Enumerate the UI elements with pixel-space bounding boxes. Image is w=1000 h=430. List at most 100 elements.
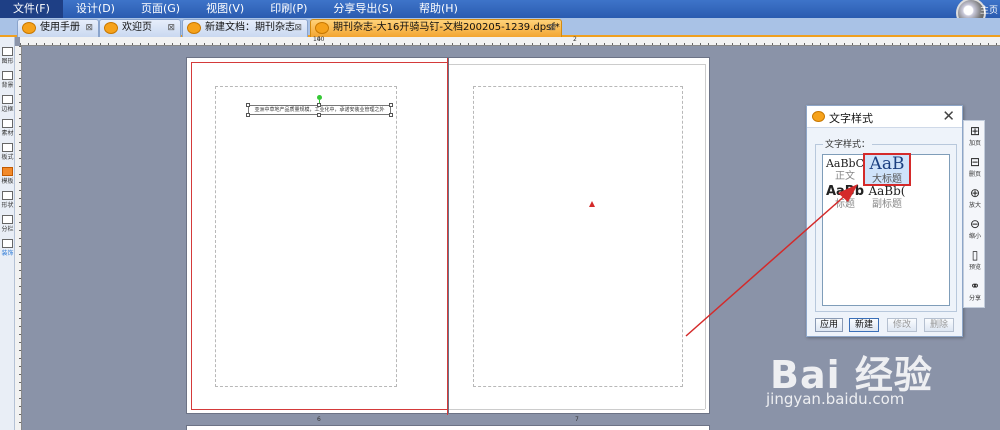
- right-toolbar: ⊞ 加页 ⊟ 删页 ⊕ 放大 ⊖ 缩小 ▯ 预览 ⚭ 分享: [963, 120, 985, 308]
- style-name: 正文: [835, 171, 855, 182]
- menu-design[interactable]: 设计(D): [63, 0, 128, 18]
- style-group-label: 文字样式：: [823, 137, 873, 150]
- star-icon: [2, 215, 13, 224]
- tool-material[interactable]: 素材: [0, 119, 15, 137]
- zoom-in-button[interactable]: ⊕ 放大: [964, 186, 986, 210]
- close-icon[interactable]: ✕: [942, 107, 955, 125]
- app-logo-icon: [812, 111, 825, 122]
- new-style-button[interactable]: 新建: [849, 318, 879, 332]
- tool-background[interactable]: 背景: [0, 71, 15, 89]
- bleed-guide: [705, 64, 706, 409]
- delete-page-button[interactable]: ⊟ 删页: [964, 155, 986, 179]
- rotate-handle[interactable]: [317, 95, 322, 100]
- menu-help[interactable]: 帮助(H): [406, 0, 471, 18]
- tab-label: 新建文档：期刊杂志: [205, 22, 295, 33]
- preview-button[interactable]: ▯ 预览: [964, 249, 986, 272]
- material-icon: [2, 119, 13, 128]
- bleed-guide: [449, 409, 705, 410]
- tab-new-document[interactable]: 新建文档：期刊杂志 ⊠: [182, 19, 308, 37]
- resize-handle[interactable]: [246, 103, 250, 107]
- tab-welcome[interactable]: 欢迎页 ⊠: [99, 19, 181, 37]
- page-right[interactable]: 7: [448, 57, 710, 423]
- tool-label: 加页: [968, 140, 981, 147]
- decoration-icon: [2, 239, 13, 248]
- vertical-ruler[interactable]: [15, 46, 22, 430]
- document-tab-strip: 使用手册 ⊠ 欢迎页 ⊠ 新建文档：期刊杂志 ⊠ 期刊杂志-大16开骑马钉-文档…: [0, 18, 1000, 37]
- tool-layout[interactable]: 板式: [0, 143, 15, 161]
- menu-file[interactable]: 文件(F): [0, 0, 63, 18]
- baidu-watermark: Bai 经验 jingyan.baidu.com: [760, 338, 990, 418]
- app-logo-icon: [315, 22, 329, 34]
- delete-page-icon: ⊟: [969, 155, 981, 169]
- tool-columns[interactable]: 分栏: [0, 215, 15, 233]
- horizontal-ruler[interactable]: 4 100 2: [20, 36, 1000, 46]
- style-name: 标题: [835, 199, 855, 210]
- resize-handle[interactable]: [246, 113, 250, 117]
- add-page-button[interactable]: ⊞ 加页: [964, 124, 986, 148]
- tab-manual[interactable]: 使用手册 ⊠: [17, 19, 99, 37]
- app-logo-icon: [187, 22, 201, 34]
- menu-page[interactable]: 页面(G): [128, 0, 193, 18]
- border-icon: [2, 95, 13, 104]
- tool-label: 装饰: [1, 250, 14, 257]
- tab-magazine-document[interactable]: 期刊杂志-大16开骑马钉-文档200205-1239.dpsf* ⊠: [310, 19, 562, 37]
- tool-label: 预览: [968, 264, 981, 271]
- bleed-guide: [191, 62, 192, 409]
- delete-button[interactable]: 删除: [924, 318, 954, 332]
- style-body-text[interactable]: AaBbC 正文: [825, 157, 865, 185]
- share-button[interactable]: ⚭ 分享: [964, 279, 986, 303]
- tab-label: 欢迎页: [122, 22, 152, 33]
- menu-bar: 文件(F) 设计(D) 页面(G) 视图(V) 印刷(P) 分享导出(S) 帮助…: [0, 0, 1000, 28]
- style-large-heading[interactable]: AaB 大标题: [863, 153, 911, 186]
- tab-close-icon[interactable]: ⊠: [548, 20, 556, 36]
- apply-button[interactable]: 应用: [815, 318, 843, 332]
- menu-view[interactable]: 视图(V): [193, 0, 257, 18]
- modify-button[interactable]: 修改: [887, 318, 917, 332]
- tool-template[interactable]: 模板: [0, 167, 15, 185]
- zoom-out-button[interactable]: ⊖ 缩小: [964, 218, 986, 241]
- app-logo-icon: [22, 22, 36, 34]
- share-icon: ⚭: [969, 279, 981, 293]
- menu-share-export[interactable]: 分享导出(S): [320, 0, 406, 18]
- template-icon: [2, 167, 13, 176]
- next-page-edge: [186, 425, 710, 430]
- background-icon: [2, 71, 13, 80]
- tool-label: 删页: [968, 171, 981, 178]
- tab-close-icon[interactable]: ⊠: [294, 20, 302, 36]
- tool-graphic[interactable]: 图形: [0, 47, 15, 65]
- style-list[interactable]: AaBbC 正文 AaB 大标题 AaBb 标题 AaBb( 副标题: [822, 153, 950, 306]
- page-number: 7: [575, 416, 579, 423]
- dialog-titlebar[interactable]: 文字样式 ✕: [807, 106, 962, 128]
- style-subheading[interactable]: AaBb( 副标题: [867, 184, 907, 212]
- tool-label: 分享: [968, 295, 981, 302]
- style-name: 副标题: [872, 199, 902, 210]
- page-margin-guide: [215, 86, 397, 387]
- resize-handle[interactable]: [317, 113, 321, 117]
- bleed-guide: [191, 409, 447, 410]
- tab-close-icon[interactable]: ⊠: [167, 20, 175, 36]
- graphic-icon: [2, 47, 13, 56]
- tab-close-icon[interactable]: ⊠: [85, 20, 93, 36]
- tool-label: 边框: [1, 106, 14, 113]
- add-page-icon: ⊞: [969, 124, 981, 138]
- tool-label: 形状: [1, 202, 14, 209]
- style-sample: AaBb: [825, 184, 865, 199]
- resize-handle[interactable]: [317, 103, 321, 107]
- zoom-in-icon: ⊕: [969, 186, 981, 200]
- style-sample: AaBb(: [868, 184, 906, 198]
- resize-handle[interactable]: [389, 103, 393, 107]
- bleed-guide: [449, 64, 705, 65]
- tool-label: 图形: [1, 58, 14, 65]
- tool-label: 背景: [1, 82, 14, 89]
- menu-print[interactable]: 印刷(P): [257, 0, 320, 18]
- dialog-title: 文字样式: [829, 112, 873, 125]
- app-logo-icon: [104, 22, 118, 34]
- tool-label: 模板: [1, 178, 14, 185]
- shape-icon: [2, 191, 13, 200]
- bleed-guide: [191, 62, 447, 63]
- tool-shape[interactable]: 形状: [0, 191, 15, 209]
- resize-handle[interactable]: [389, 113, 393, 117]
- tool-border[interactable]: 边框: [0, 95, 15, 113]
- tool-decoration[interactable]: 装饰: [0, 239, 15, 257]
- style-heading[interactable]: AaBb 标题: [825, 184, 865, 212]
